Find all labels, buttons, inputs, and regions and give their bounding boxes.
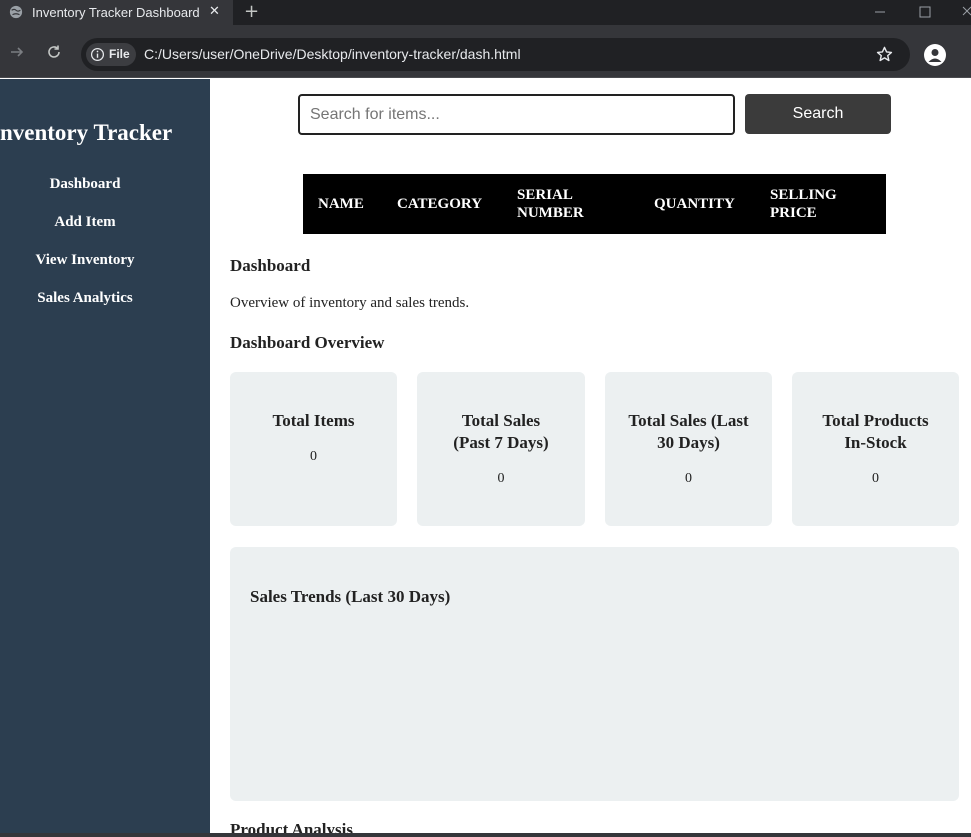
column-header-selling-price: SELLING PRICE bbox=[770, 187, 837, 221]
sidebar-item-add-item[interactable]: Add Item bbox=[0, 214, 170, 231]
browser-tab-bar: Inventory Tracker Dashboard ✕ + bbox=[0, 0, 971, 25]
stat-card-sales-30-days: Total Sales (Last 30 Days) 0 bbox=[605, 372, 772, 526]
file-chip-label: File bbox=[109, 47, 130, 61]
close-window-icon[interactable] bbox=[958, 2, 971, 22]
profile-avatar-icon[interactable] bbox=[924, 44, 946, 66]
column-header-category: CATEGORY bbox=[397, 196, 483, 212]
url-text[interactable]: C:/Users/user/OneDrive/Desktop/inventory… bbox=[144, 46, 521, 62]
column-header-quantity: QUANTITY bbox=[654, 196, 735, 212]
sidebar-item-sales-analytics[interactable]: Sales Analytics bbox=[0, 290, 170, 307]
stat-card-title: Total Sales (Past 7 Days) bbox=[453, 411, 549, 452]
main-content: Search NAME CATEGORY SERIAL NUMBER QUANT… bbox=[210, 79, 971, 837]
sidebar-item-dashboard[interactable]: Dashboard bbox=[0, 176, 170, 193]
person-icon bbox=[928, 49, 942, 62]
stat-card-value: 0 bbox=[310, 449, 317, 464]
sidebar-item-view-inventory[interactable]: View Inventory bbox=[0, 252, 170, 269]
column-header-serial-number: SERIAL NUMBER bbox=[517, 187, 584, 221]
maximize-icon[interactable] bbox=[915, 2, 935, 22]
browser-toolbar: File C:/Users/user/OneDrive/Desktop/inve… bbox=[0, 25, 971, 78]
section-heading-overview: Dashboard Overview bbox=[230, 333, 385, 352]
info-icon bbox=[90, 47, 105, 62]
stat-card-value: 0 bbox=[497, 471, 505, 486]
sidebar: Inventory Tracker Dashboard Add Item Vie… bbox=[0, 79, 210, 837]
stat-card-title: Total Sales (Last 30 Days) bbox=[628, 411, 749, 452]
section-heading-dashboard: Dashboard bbox=[230, 256, 311, 275]
dashboard-description: Overview of inventory and sales trends. bbox=[230, 295, 470, 311]
sales-trends-panel: Sales Trends (Last 30 Days) bbox=[230, 547, 959, 801]
sales-trends-title: Sales Trends (Last 30 Days) bbox=[250, 587, 451, 606]
site-info-chip[interactable]: File bbox=[86, 43, 136, 66]
column-header-name: NAME bbox=[318, 196, 364, 212]
stat-card-total-items: Total Items 0 bbox=[230, 372, 397, 526]
reload-icon[interactable] bbox=[45, 43, 63, 61]
globe-icon bbox=[9, 5, 23, 19]
forward-arrow-icon[interactable] bbox=[8, 43, 26, 61]
bookmark-star-icon[interactable] bbox=[875, 45, 894, 64]
stat-card-title: Total Items bbox=[272, 411, 355, 430]
search-input[interactable] bbox=[298, 94, 735, 135]
stat-card-products-in-stock: Total Products In-Stock 0 bbox=[792, 372, 959, 526]
close-tab-icon[interactable]: ✕ bbox=[209, 4, 220, 20]
stat-card-title: Total Products In-Stock bbox=[822, 411, 929, 452]
app-title: Inventory Tracker bbox=[0, 120, 173, 145]
new-tab-icon[interactable]: + bbox=[244, 2, 259, 22]
tab-title: Inventory Tracker Dashboard bbox=[32, 5, 200, 20]
browser-tab[interactable]: Inventory Tracker Dashboard ✕ bbox=[0, 0, 233, 25]
window-bottom-edge bbox=[0, 833, 971, 837]
address-bar[interactable]: File C:/Users/user/OneDrive/Desktop/inve… bbox=[81, 38, 910, 71]
stat-card-value: 0 bbox=[685, 471, 692, 486]
minimize-icon[interactable] bbox=[870, 2, 890, 22]
inventory-table-header: NAME CATEGORY SERIAL NUMBER QUANTITY SEL… bbox=[303, 174, 886, 234]
stat-card-sales-7-days: Total Sales (Past 7 Days) 0 bbox=[417, 372, 585, 526]
stat-card-value: 0 bbox=[872, 471, 879, 486]
search-button[interactable]: Search bbox=[745, 94, 891, 134]
